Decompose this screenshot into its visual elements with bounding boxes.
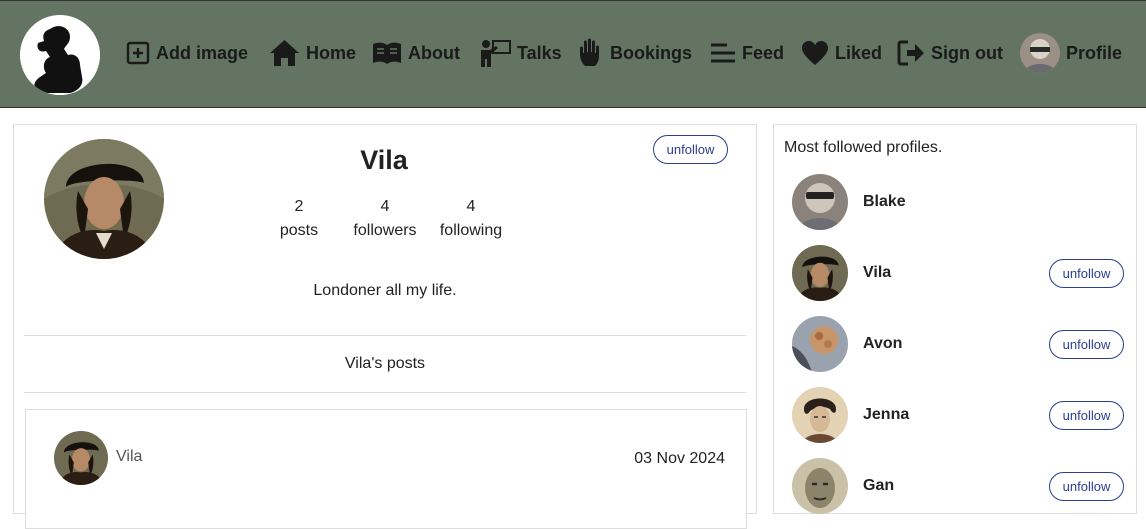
list-item[interactable]: Gan unfollow (792, 458, 1126, 514)
plus-square-icon (126, 41, 150, 65)
list-item[interactable]: Vila unfollow (792, 245, 1126, 301)
profile-name[interactable]: Blake (863, 193, 906, 211)
post-card[interactable]: Vila 03 Nov 2024 (25, 409, 747, 529)
profile-name: Vila (360, 145, 408, 175)
profile-name[interactable]: Jenna (863, 406, 909, 424)
stat-posts-count: 2 (294, 198, 304, 215)
profile-name[interactable]: Vila (863, 264, 891, 282)
profile-name[interactable]: Avon (863, 335, 902, 353)
thinker-logo[interactable] (20, 15, 100, 95)
nav-liked[interactable]: Liked (801, 37, 882, 69)
nav-label-sign-out: Sign out (931, 42, 1003, 63)
list-item[interactable]: Avon unfollow (792, 316, 1126, 372)
profile-avatar[interactable] (792, 174, 848, 230)
post-date: 03 Nov 2024 (634, 450, 725, 467)
presentation-icon (481, 40, 511, 67)
nav-profile[interactable]: Profile (1020, 33, 1122, 73)
stat-following-label: following (439, 222, 503, 239)
avatar (1020, 33, 1060, 73)
sign-out-icon (897, 40, 924, 66)
divider (24, 335, 746, 336)
panel-title: Most followed profiles. (784, 139, 943, 156)
stat-following-count: 4 (466, 198, 476, 215)
unfollow-button[interactable]: unfollow (1049, 259, 1124, 288)
lines-icon (711, 43, 735, 63)
profile-avatar[interactable] (792, 316, 848, 372)
nav-label-liked: Liked (835, 42, 883, 63)
stat-following: 4 following (426, 195, 516, 243)
nav-label-add-image: Add image (156, 42, 249, 63)
profile-name[interactable]: Gan (863, 477, 894, 495)
nav-bookings[interactable]: Bookings (578, 37, 692, 69)
unfollow-button[interactable]: unfollow (653, 135, 728, 164)
stat-followers-label: followers (353, 222, 417, 239)
nav-label-about: About (408, 42, 460, 63)
navbar: Add image Home About Talks Bookings Feed… (0, 0, 1146, 108)
profile-avatar[interactable] (792, 458, 848, 514)
divider (24, 392, 746, 393)
unfollow-button[interactable]: unfollow (1049, 472, 1124, 501)
list-item[interactable]: Jenna unfollow (792, 387, 1126, 443)
home-icon (270, 40, 299, 66)
stat-posts-label: posts (279, 222, 319, 239)
nav-feed[interactable]: Feed (710, 37, 784, 69)
heart-icon (802, 41, 828, 65)
nav-label-feed: Feed (742, 42, 785, 63)
nav-label-profile: Profile (1066, 42, 1123, 63)
nav-home[interactable]: Home (269, 37, 356, 69)
hand-icon (580, 38, 599, 66)
stat-posts: 2 posts (254, 195, 344, 243)
posts-heading: Vila's posts (344, 355, 426, 372)
nav-label-bookings: Bookings (610, 42, 693, 63)
stat-followers-count: 4 (380, 198, 390, 215)
profile-avatar (44, 139, 164, 259)
profile-bio: Londoner all my life. (313, 282, 457, 299)
post-author-name[interactable]: Vila (116, 448, 142, 466)
profile-card: Vila unfollow 2 posts 4 followers 4 foll… (13, 124, 757, 529)
unfollow-button[interactable]: unfollow (1049, 401, 1124, 430)
nav-add-image[interactable]: Add image (126, 37, 248, 69)
profile-avatar[interactable] (792, 245, 848, 301)
nav-about[interactable]: About (372, 37, 460, 69)
nav-label-talks: Talks (517, 42, 562, 63)
unfollow-button[interactable]: unfollow (1049, 330, 1124, 359)
nav-talks[interactable]: Talks (479, 37, 562, 69)
profile-avatar[interactable] (792, 387, 848, 443)
nav-sign-out[interactable]: Sign out (897, 37, 1003, 69)
most-followed-panel: Most followed profiles. Blake Vila unfol… (773, 124, 1137, 514)
list-item[interactable]: Blake (792, 174, 1126, 230)
stat-followers: 4 followers (340, 195, 430, 243)
book-icon (373, 42, 401, 64)
post-author-avatar[interactable] (54, 431, 108, 485)
nav-label-home: Home (306, 42, 357, 63)
